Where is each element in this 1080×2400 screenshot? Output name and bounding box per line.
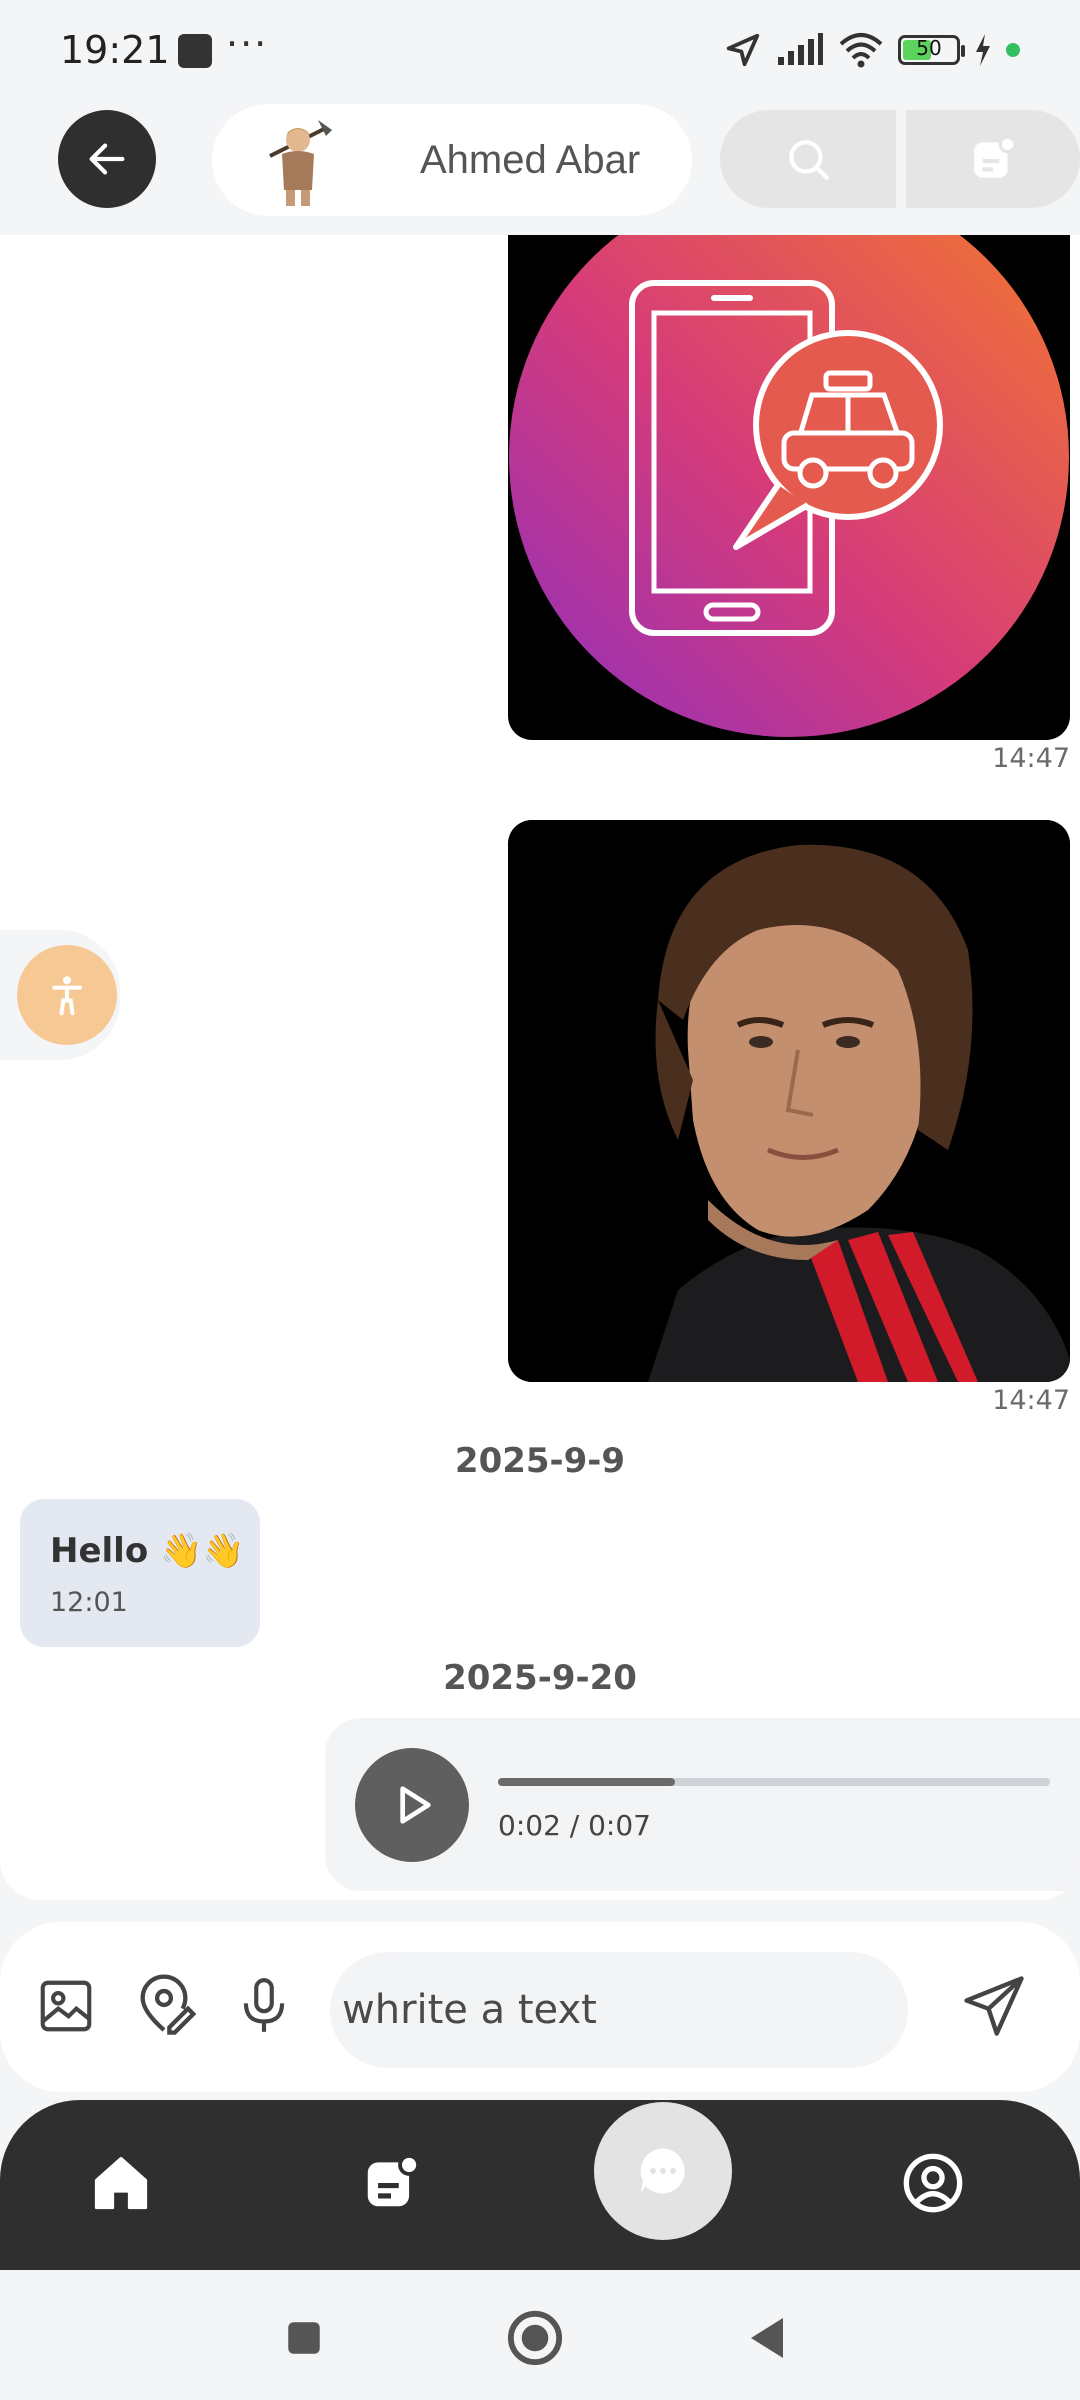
profile-icon: [903, 2153, 963, 2213]
accessibility-button[interactable]: [17, 945, 117, 1045]
notes-button[interactable]: [906, 110, 1080, 208]
image-icon: [40, 1980, 92, 2032]
home-system-button[interactable]: [503, 2306, 567, 2370]
app-notification-icon: [178, 34, 212, 68]
battery-level: 50: [916, 36, 942, 60]
notes-icon: [367, 2153, 421, 2207]
play-button[interactable]: [355, 1748, 469, 1862]
chat-messages[interactable]: 14:47 14:47 2025-9-9 Hello 👋👋 12:01 2025…: [0, 235, 1080, 1900]
voice-record-button[interactable]: [228, 1970, 300, 2042]
map-pin-edit-icon: [140, 1974, 196, 2035]
nav-home[interactable]: [76, 2138, 166, 2228]
status-icons: 50: [724, 28, 1020, 72]
location-arrow-icon: [726, 33, 760, 67]
send-icon: [964, 1976, 1024, 2036]
charging-bolt-icon: [976, 34, 990, 66]
taxi-app-logo-image: [509, 235, 1069, 737]
battery-icon: 50: [898, 35, 965, 65]
recents-button[interactable]: [272, 2306, 336, 2370]
send-button[interactable]: [958, 1970, 1030, 2042]
image-message-taxi-app[interactable]: [508, 235, 1070, 740]
audio-message: 0:02 / 0:07: [325, 1718, 1080, 1891]
audio-progress-bar[interactable]: [498, 1778, 1050, 1786]
contact-info[interactable]: Ahmed Abar: [212, 104, 692, 216]
circle-icon: [507, 2310, 563, 2366]
nav-chat[interactable]: [594, 2102, 732, 2240]
audio-time: 0:02 / 0:07: [498, 1809, 651, 1842]
accessibility-icon: [52, 976, 82, 1016]
audio-progress-fill: [498, 1778, 675, 1786]
home-icon: [94, 2156, 148, 2210]
system-navigation: [0, 2270, 1080, 2400]
status-bar: 19:21 ··· 50: [0, 0, 1080, 100]
portrait-photo-image: [508, 820, 1070, 1382]
privacy-indicator: [1006, 43, 1020, 57]
date-separator: 2025-9-9: [454, 1441, 626, 1481]
notes-icon: [974, 135, 1017, 178]
search-icon: [789, 140, 829, 180]
square-icon: [288, 2322, 320, 2354]
message-input[interactable]: [330, 1952, 908, 2068]
signal-icon: [778, 33, 823, 65]
bottom-navigation: [0, 2100, 1080, 2270]
triangle-back-icon: [751, 2318, 783, 2358]
nav-profile[interactable]: [888, 2138, 978, 2228]
contact-name: Ahmed Abar: [420, 138, 641, 182]
date-separator: 2025-9-20: [443, 1658, 637, 1698]
location-button[interactable]: [128, 1970, 200, 2042]
message-composer: [0, 1922, 1080, 2092]
avatar: [269, 120, 332, 206]
wifi-icon: [839, 33, 883, 68]
more-notifications-icon: ···: [226, 22, 269, 66]
chat-bubble-icon: [640, 2148, 685, 2194]
chat-header: Ahmed Abar: [0, 100, 1080, 235]
incoming-message-bubble[interactable]: Hello 👋👋 12:01: [20, 1499, 260, 1647]
arrow-left-icon: [89, 143, 125, 175]
nav-notes[interactable]: [346, 2138, 436, 2228]
back-system-button[interactable]: [735, 2306, 799, 2370]
message-text: Hello 👋👋: [50, 1531, 245, 1571]
image-message-photo[interactable]: [508, 820, 1070, 1382]
play-icon: [400, 1786, 431, 1824]
status-time: 19:21: [60, 28, 170, 72]
message-time: 14:47: [992, 743, 1070, 774]
message-time: 14:47: [992, 1385, 1070, 1416]
gallery-button[interactable]: [30, 1970, 102, 2042]
microphone-icon: [243, 1978, 285, 2032]
message-time: 12:01: [50, 1587, 128, 1618]
accessibility-tab: [0, 930, 120, 1060]
search-button[interactable]: [720, 110, 896, 208]
back-button[interactable]: [58, 110, 156, 208]
